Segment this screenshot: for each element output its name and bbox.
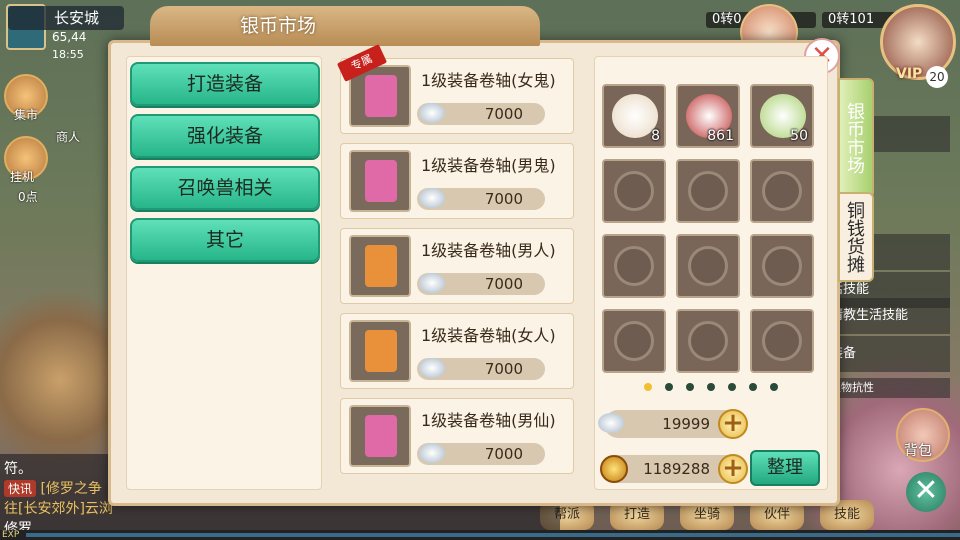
item-price-box: 7000 xyxy=(417,103,545,125)
inventory-slot-empty[interactable] xyxy=(750,309,814,373)
exp-label: EXP xyxy=(2,530,20,540)
chat-text: [修罗之争 xyxy=(40,481,102,497)
item-count: 50 xyxy=(790,128,808,144)
item-name: 1级装备卷轴(女人) xyxy=(421,326,556,345)
scroll-icon xyxy=(365,75,397,117)
page-indicator-dot[interactable] xyxy=(644,383,652,391)
item-price: 7000 xyxy=(484,105,523,123)
item-price: 7000 xyxy=(484,360,523,378)
market-label: 集市 xyxy=(14,108,39,122)
scroll-icon xyxy=(365,330,397,372)
market-item[interactable]: 1级装备卷轴(女人) 7000 xyxy=(340,313,574,389)
add-copper-button[interactable]: + xyxy=(718,454,748,484)
inventory-slot[interactable]: 50 xyxy=(750,84,814,148)
page-indicator-dot[interactable] xyxy=(686,383,694,391)
news-badge: 快讯 xyxy=(4,480,37,497)
silver-icon xyxy=(419,188,445,208)
market-item[interactable]: 1级装备卷轴(男鬼) 7000 xyxy=(340,143,574,219)
quest-row[interactable]: 人物抗性 xyxy=(826,378,950,398)
item-price-box: 7000 xyxy=(417,188,545,210)
category-forge-equipment[interactable]: 打造装备 xyxy=(130,62,320,106)
item-price: 7000 xyxy=(484,275,523,293)
inventory-slot-empty[interactable] xyxy=(676,234,740,298)
market-item[interactable]: 1级装备卷轴(男仙) 7000 xyxy=(340,398,574,474)
copper-amount: 1189288 xyxy=(643,460,710,478)
scroll-icon xyxy=(365,160,397,202)
scroll-item-icon xyxy=(349,320,411,382)
inventory-slot-empty[interactable] xyxy=(750,159,814,223)
item-price: 7000 xyxy=(484,190,523,208)
silver-icon xyxy=(419,358,445,378)
empty-slot-ring xyxy=(614,321,654,361)
category-summon-beast[interactable]: 召唤兽相关 xyxy=(130,166,320,210)
window-title: 银币市场 xyxy=(150,6,540,46)
item-price: 7000 xyxy=(484,445,523,463)
inventory-slot[interactable]: 861 xyxy=(676,84,740,148)
vip-label: VIP xyxy=(896,66,923,82)
empty-slot-ring xyxy=(614,171,654,211)
points-label: 0点 xyxy=(18,190,38,204)
empty-slot-ring xyxy=(688,246,728,286)
scroll-item-icon xyxy=(349,235,411,297)
exp-bar: EXP xyxy=(0,530,960,540)
item-price-box: 7000 xyxy=(417,273,545,295)
inventory-slot[interactable]: 8 xyxy=(602,84,666,148)
silver-icon xyxy=(419,103,445,123)
page-indicator-dot[interactable] xyxy=(770,383,778,391)
empty-slot-ring xyxy=(688,321,728,361)
item-price-box: 7000 xyxy=(417,443,545,465)
empty-slot-ring xyxy=(762,171,802,211)
scroll-icon xyxy=(365,245,397,287)
tab-silver-market[interactable]: 银币市场 xyxy=(838,78,874,198)
quest-row[interactable]: 请教生活技能 xyxy=(826,298,950,334)
copper-coin-icon xyxy=(600,455,628,483)
inventory-slot-empty[interactable] xyxy=(602,309,666,373)
silver-amount: 19999 xyxy=(662,415,710,433)
coordinates: 65,44 xyxy=(52,30,87,44)
clock: 18:55 xyxy=(52,48,84,61)
auto-battle-label: 挂机 xyxy=(10,170,35,184)
market-item[interactable]: 1级装备卷轴(男人) 7000 xyxy=(340,228,574,304)
item-name: 1级装备卷轴(男人) xyxy=(421,241,556,260)
add-silver-button[interactable]: + xyxy=(718,409,748,439)
merchant-label: 商人 xyxy=(56,130,81,144)
page-indicator-dot[interactable] xyxy=(728,383,736,391)
empty-slot-ring xyxy=(762,321,802,361)
item-name: 1级装备卷轴(女鬼) xyxy=(421,71,556,90)
inventory-slot-empty[interactable] xyxy=(602,234,666,298)
empty-slot-ring xyxy=(762,246,802,286)
page-indicator-dot[interactable] xyxy=(749,383,757,391)
inventory-slot-empty[interactable] xyxy=(676,159,740,223)
bag-label: 背包 xyxy=(904,443,932,459)
category-enhance-equipment[interactable]: 强化装备 xyxy=(130,114,320,158)
scroll-item-icon xyxy=(349,150,411,212)
page-indicator-dot[interactable] xyxy=(707,383,715,391)
level-badge: 20 xyxy=(926,66,948,88)
item-count: 861 xyxy=(707,128,734,144)
exp-fill xyxy=(26,533,960,537)
silver-icon xyxy=(419,273,445,293)
category-other[interactable]: 其它 xyxy=(130,218,320,262)
item-price-box: 7000 xyxy=(417,358,545,380)
empty-slot-ring xyxy=(614,246,654,286)
empty-slot-ring xyxy=(688,171,728,211)
item-name: 1级装备卷轴(男仙) xyxy=(421,411,556,430)
inventory-slot-empty[interactable] xyxy=(602,159,666,223)
tab-copper-stall[interactable]: 铜钱货摊 xyxy=(838,192,874,282)
more-close-icon[interactable]: ✕ xyxy=(906,472,946,512)
scroll-icon xyxy=(365,415,397,457)
quest-row[interactable]: 装备 xyxy=(826,336,950,372)
inventory-slot-empty[interactable] xyxy=(750,234,814,298)
item-name: 1级装备卷轴(男鬼) xyxy=(421,156,556,175)
item-count: 8 xyxy=(651,128,660,144)
page-indicator-dot[interactable] xyxy=(665,383,673,391)
silver-icon xyxy=(419,443,445,463)
market-item[interactable]: 专属 1级装备卷轴(女鬼) 7000 xyxy=(336,44,574,134)
inventory-slot-empty[interactable] xyxy=(676,309,740,373)
silver-icon xyxy=(598,413,624,433)
city-name: 长安城 xyxy=(8,6,124,30)
sort-button[interactable]: 整理 xyxy=(750,450,820,486)
scroll-item-icon xyxy=(349,405,411,467)
